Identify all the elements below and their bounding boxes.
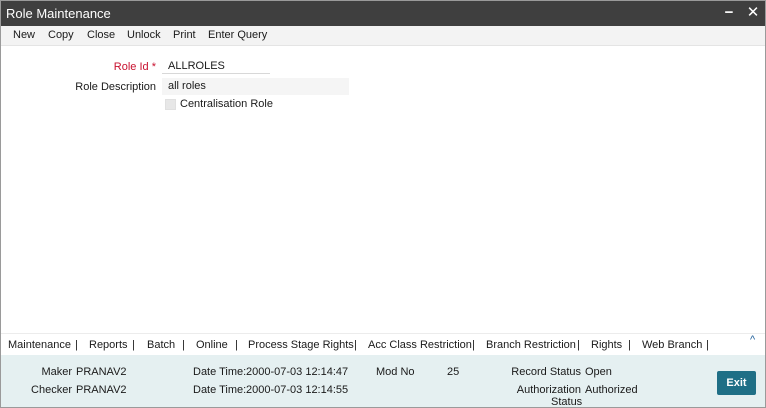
separator: | — [706, 339, 709, 351]
subsystem-process-stage-rights[interactable]: Process Stage Rights — [248, 339, 354, 351]
mod-no-value: 25 — [447, 366, 460, 378]
separator: | — [75, 339, 78, 351]
role-id-label-text: Role Id — [113, 61, 149, 73]
role-description-label: Role Description — [75, 81, 156, 93]
action-toolbar: New Copy Close Unlock Print Enter Query — [1, 26, 765, 46]
authorization-status-label-line2: Status — [551, 396, 583, 408]
subsystem-bar: Maintenance | Reports | Batch | Online |… — [1, 333, 765, 355]
collapse-up-icon[interactable]: ^ — [750, 334, 755, 346]
checker-label: Checker — [31, 384, 72, 396]
title-bar: Role Maintenance − ✕ — [1, 1, 765, 26]
role-form: Role Id * ALLROLES Role Description all … — [1, 47, 765, 333]
centralisation-role-label: Centralisation Role — [180, 98, 273, 110]
separator: | — [132, 339, 135, 351]
maker-value: PRANAV2 — [76, 366, 127, 378]
role-id-label: Role Id * — [6, 61, 156, 73]
mod-no-label: Mod No — [376, 366, 415, 378]
close-icon[interactable]: ✕ — [744, 4, 762, 22]
role-maintenance-window: Role Maintenance − ✕ New Copy Close Unlo… — [0, 0, 766, 408]
separator: | — [354, 339, 357, 351]
unlock-button[interactable]: Unlock — [127, 29, 161, 41]
maker-label: Maker — [41, 366, 72, 378]
subsystem-batch[interactable]: Batch — [147, 339, 175, 351]
separator: | — [577, 339, 580, 351]
separator: | — [628, 339, 631, 351]
required-marker: * — [151, 61, 156, 73]
subsystem-reports[interactable]: Reports — [89, 339, 128, 351]
minimize-icon[interactable]: − — [720, 4, 738, 22]
audit-footer: Maker PRANAV2 Date Time: 2000-07-03 12:1… — [1, 355, 765, 408]
separator: | — [182, 339, 185, 351]
authorization-status-label-line1: Authorization — [516, 384, 581, 396]
new-button[interactable]: New — [13, 29, 35, 41]
enter-query-button[interactable]: Enter Query — [208, 29, 267, 41]
checker-value: PRANAV2 — [76, 384, 127, 396]
print-button[interactable]: Print — [173, 29, 196, 41]
close-button[interactable]: Close — [87, 29, 115, 41]
maker-datetime-value: 2000-07-03 12:14:47 — [246, 366, 349, 378]
checker-datetime-value: 2000-07-03 12:14:55 — [246, 384, 349, 396]
exit-button[interactable]: Exit — [717, 371, 756, 395]
authorization-status-value: Authorized — [585, 384, 638, 396]
subsystem-maintenance[interactable]: Maintenance — [8, 339, 71, 351]
subsystem-rights[interactable]: Rights — [591, 339, 622, 351]
role-id-input[interactable]: ALLROLES — [162, 57, 270, 74]
window-title: Role Maintenance — [6, 6, 111, 21]
record-status-value: Open — [585, 366, 612, 378]
centralisation-role-checkbox[interactable] — [165, 99, 176, 110]
record-status-label: Record Status — [511, 366, 581, 378]
maker-datetime-label: Date Time: — [193, 366, 247, 378]
subsystem-acc-class-restriction[interactable]: Acc Class Restriction — [368, 339, 472, 351]
checker-datetime-label: Date Time: — [193, 384, 247, 396]
role-description-input[interactable]: all roles — [162, 78, 349, 95]
subsystem-web-branch[interactable]: Web Branch — [642, 339, 702, 351]
separator: | — [472, 339, 475, 351]
subsystem-online[interactable]: Online — [196, 339, 228, 351]
copy-button[interactable]: Copy — [48, 29, 74, 41]
separator: | — [235, 339, 238, 351]
subsystem-branch-restriction[interactable]: Branch Restriction — [486, 339, 576, 351]
